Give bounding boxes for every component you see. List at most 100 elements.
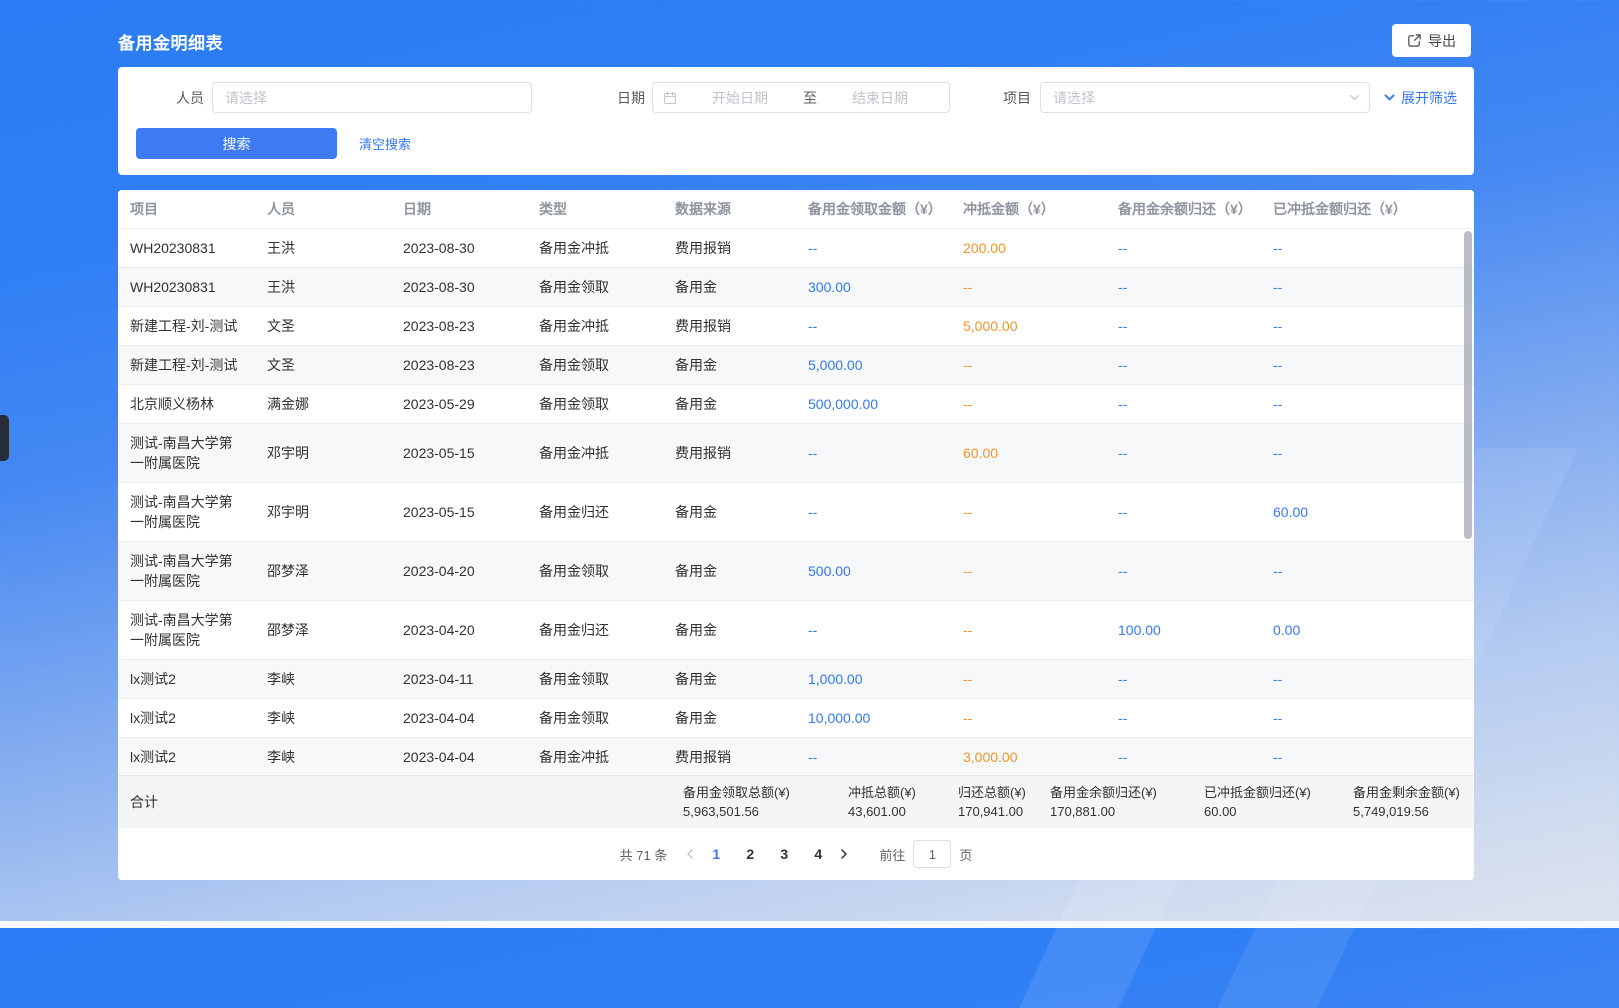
summary-item: 冲抵总额(¥) 43,601.00 <box>848 783 916 821</box>
cell: -- <box>951 542 1106 601</box>
table-row[interactable]: WH20230831王洪2023-08-30备用金领取备用金300.00----… <box>118 268 1474 307</box>
table-row[interactable]: 测试-南昌大学第一附属医院邵梦泽2023-04-20备用金领取备用金500.00… <box>118 542 1474 601</box>
summary-item: 归还总额(¥) 170,941.00 <box>958 783 1026 821</box>
cell: 费用报销 <box>663 307 796 346</box>
cell: 邓宇明 <box>255 424 391 483</box>
cell: 备用金领取 <box>527 660 663 699</box>
search-button[interactable]: 搜索 <box>136 128 337 159</box>
page-button-2[interactable]: 2 <box>736 840 764 868</box>
cell: 3,000.00 <box>951 738 1106 776</box>
cell: 备用金 <box>663 385 796 424</box>
summary-item-label: 备用金领取总额(¥) <box>683 783 790 802</box>
cell: 2023-04-04 <box>391 699 527 738</box>
cell: -- <box>796 424 951 483</box>
expand-filters-link[interactable]: 展开筛选 <box>1383 82 1457 113</box>
cell: 李峡 <box>255 738 391 776</box>
end-date-input[interactable] <box>821 89 939 107</box>
table-row[interactable]: 测试-南昌大学第一附属医院邓宇明2023-05-15备用金冲抵费用报销--60.… <box>118 424 1474 483</box>
date-range-picker[interactable]: 至 <box>652 82 950 113</box>
cell: 备用金 <box>663 483 796 542</box>
project-select[interactable] <box>1040 82 1370 113</box>
cell: 新建工程-刘-测试 <box>118 346 255 385</box>
cell: -- <box>796 307 951 346</box>
person-filter-label: 人员 <box>176 82 204 113</box>
page-button-4[interactable]: 4 <box>804 840 832 868</box>
clear-search-link[interactable]: 清空搜索 <box>359 128 411 159</box>
cell: 1,000.00 <box>796 660 951 699</box>
start-date-input[interactable] <box>681 89 799 107</box>
cell: -- <box>1106 483 1261 542</box>
cell: -- <box>951 660 1106 699</box>
goto-page-input[interactable] <box>913 840 951 868</box>
cell: 备用金领取 <box>527 385 663 424</box>
cell: -- <box>951 483 1106 542</box>
table-row[interactable]: 新建工程-刘-测试文圣2023-08-23备用金冲抵费用报销--5,000.00… <box>118 307 1474 346</box>
cell: 2023-04-04 <box>391 738 527 776</box>
cell: -- <box>1106 699 1261 738</box>
cell: -- <box>1106 424 1261 483</box>
goto-page-group: 前往 页 <box>879 840 972 868</box>
cell: -- <box>1261 268 1474 307</box>
vertical-scrollbar-thumb[interactable] <box>1464 231 1472 539</box>
column-header: 备用金领取金额（¥） <box>796 190 951 229</box>
page-button-1[interactable]: 1 <box>702 840 730 868</box>
table-row[interactable]: WH20230831王洪2023-08-30备用金冲抵费用报销--200.00-… <box>118 229 1474 268</box>
summary-item-label: 已冲抵金额归还(¥) <box>1204 783 1311 802</box>
cell: 2023-08-23 <box>391 346 527 385</box>
cell: -- <box>796 229 951 268</box>
expand-filters-label: 展开筛选 <box>1401 88 1457 108</box>
project-select-input[interactable] <box>1040 82 1370 113</box>
column-header: 人员 <box>255 190 391 229</box>
table-row[interactable]: 测试-南昌大学第一附属医院邓宇明2023-05-15备用金归还备用金------… <box>118 483 1474 542</box>
table-row[interactable]: lx测试2李峡2023-04-04备用金领取备用金10,000.00------ <box>118 699 1474 738</box>
cell: 0.00 <box>1261 601 1474 660</box>
cell: 300.00 <box>796 268 951 307</box>
summary-item-label: 备用金剩余金额(¥) <box>1353 783 1460 802</box>
prev-page-button[interactable] <box>684 848 696 860</box>
cell: -- <box>1261 542 1474 601</box>
summary-item-value: 170,941.00 <box>958 802 1026 821</box>
summary-item: 备用金剩余金额(¥) 5,749,019.56 <box>1353 783 1460 821</box>
cell: 备用金冲抵 <box>527 424 663 483</box>
cell: -- <box>1106 542 1261 601</box>
cell: 备用金 <box>663 268 796 307</box>
next-page-button[interactable] <box>838 848 850 860</box>
cell: -- <box>1261 699 1474 738</box>
export-button[interactable]: 导出 <box>1392 24 1471 57</box>
cell: 邓宇明 <box>255 483 391 542</box>
cell: -- <box>1261 385 1474 424</box>
person-select-input[interactable] <box>212 82 532 113</box>
table-row[interactable]: 测试-南昌大学第一附属医院邵梦泽2023-04-20备用金归还备用金----10… <box>118 601 1474 660</box>
table-row[interactable]: lx测试2李峡2023-04-11备用金领取备用金1,000.00------ <box>118 660 1474 699</box>
cell: 2023-05-15 <box>391 424 527 483</box>
table-row[interactable]: 新建工程-刘-测试文圣2023-08-23备用金领取备用金5,000.00---… <box>118 346 1474 385</box>
cell: 满金娜 <box>255 385 391 424</box>
cell: 500.00 <box>796 542 951 601</box>
cell: -- <box>951 346 1106 385</box>
cell: 2023-05-15 <box>391 483 527 542</box>
summary-item: 已冲抵金额归还(¥) 60.00 <box>1204 783 1311 821</box>
table-row[interactable]: 北京顺义杨林满金娜2023-05-29备用金领取备用金500,000.00---… <box>118 385 1474 424</box>
sidebar-collapse-handle[interactable] <box>0 415 9 461</box>
cell: 10,000.00 <box>796 699 951 738</box>
page-button-3[interactable]: 3 <box>770 840 798 868</box>
cell: 2023-04-11 <box>391 660 527 699</box>
cell: 500,000.00 <box>796 385 951 424</box>
summary-item-value: 60.00 <box>1204 802 1311 821</box>
cell: 备用金归还 <box>527 483 663 542</box>
data-table-panel: 项目 人员 日期 类型 数据来源 备用金领取金额（¥） 冲抵金额（¥） 备用金余… <box>118 190 1474 880</box>
cell: 文圣 <box>255 346 391 385</box>
table-row[interactable]: lx测试2李峡2023-04-04备用金冲抵费用报销--3,000.00---- <box>118 738 1474 776</box>
table-body: WH20230831王洪2023-08-30备用金冲抵费用报销--200.00-… <box>118 229 1474 775</box>
cell: 备用金领取 <box>527 346 663 385</box>
table-header-row: 项目 人员 日期 类型 数据来源 备用金领取金额（¥） 冲抵金额（¥） 备用金余… <box>118 190 1474 229</box>
summary-row: 合计 备用金领取总额(¥) 5,963,501.56 冲抵总额(¥) 43,60… <box>118 775 1474 828</box>
project-filter-label: 项目 <box>1003 82 1031 113</box>
cell: 备用金领取 <box>527 268 663 307</box>
cell: 王洪 <box>255 268 391 307</box>
column-header: 日期 <box>391 190 527 229</box>
export-button-label: 导出 <box>1428 31 1456 51</box>
cell: lx测试2 <box>118 660 255 699</box>
summary-item-value: 5,749,019.56 <box>1353 802 1460 821</box>
cell: 2023-08-23 <box>391 307 527 346</box>
